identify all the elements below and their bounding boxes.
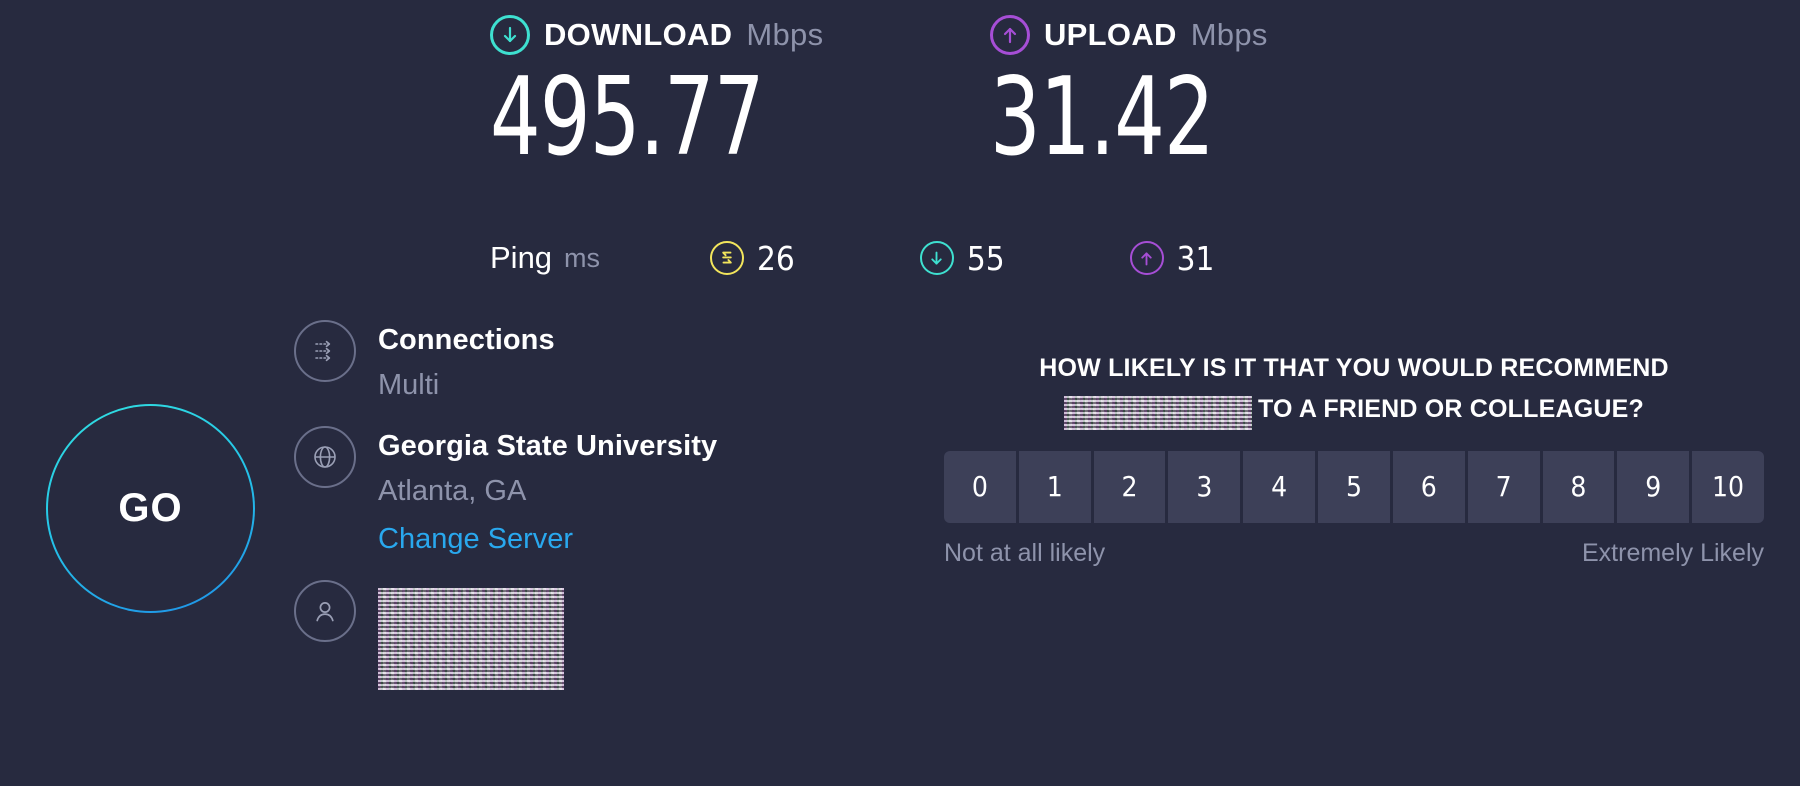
rating-option-4[interactable]: 4	[1243, 450, 1316, 523]
nps-survey: HOW LIKELY IS IT THAT YOU WOULD RECOMMEN…	[944, 348, 1764, 568]
isp-row[interactable]	[294, 580, 854, 691]
scale-low-label: Not at all likely	[944, 538, 1106, 567]
isp-name-redacted	[378, 588, 564, 691]
download-metric-header: DOWNLOAD Mbps	[490, 12, 824, 58]
survey-question-line1: HOW LIKELY IS IT THAT YOU WOULD RECOMMEN…	[1039, 354, 1669, 382]
connections-value: Multi	[378, 369, 440, 402]
scale-high-label: Extremely Likely	[1582, 538, 1764, 567]
rating-option-7[interactable]: 7	[1467, 450, 1540, 523]
connections-title: Connections	[378, 324, 555, 356]
upload-metric: UPLOAD Mbps 31.42	[990, 12, 1268, 172]
nps-rating-scale[interactable]: 0 1 2 3 4 5 6 7 8 9 10	[944, 450, 1764, 523]
ping-label: Ping	[490, 240, 553, 275]
connections-row[interactable]: Connections Multi	[294, 320, 854, 404]
go-button-label: GO	[118, 486, 183, 530]
upload-metric-header: UPLOAD Mbps	[990, 12, 1268, 58]
download-unit: Mbps	[746, 17, 824, 52]
server-location: Atlanta, GA	[378, 475, 527, 508]
rating-option-8[interactable]: 8	[1542, 450, 1615, 523]
server-row[interactable]: Georgia State University Atlanta, GA Cha…	[294, 426, 854, 558]
rating-option-0[interactable]: 0	[944, 450, 1016, 523]
rating-option-6[interactable]: 6	[1392, 450, 1465, 523]
rating-option-2[interactable]: 2	[1093, 450, 1166, 523]
server-name: Georgia State University	[378, 430, 718, 463]
rating-option-3[interactable]: 3	[1168, 450, 1241, 523]
ping-idle-value: 26	[757, 238, 795, 278]
connections-body: Connections Multi	[378, 320, 555, 404]
survey-question: HOW LIKELY IS IT THAT YOU WOULD RECOMMEN…	[944, 348, 1764, 431]
download-metric: DOWNLOAD Mbps 495.77	[490, 12, 824, 172]
server-body: Georgia State University Atlanta, GA Cha…	[378, 426, 717, 558]
ping-download-stat: 55	[919, 238, 1005, 278]
upload-arrow-circle-icon	[1129, 241, 1164, 275]
rating-option-1[interactable]: 1	[1018, 450, 1091, 523]
go-button[interactable]: GO	[46, 404, 255, 613]
download-arrow-circle-icon	[919, 241, 954, 275]
globe-icon	[294, 426, 356, 489]
nps-scale-labels: Not at all likely Extremely Likely	[944, 539, 1764, 568]
isp-body	[378, 580, 564, 691]
download-arrow-circle-icon	[490, 15, 530, 55]
rating-option-5[interactable]: 5	[1318, 450, 1390, 523]
upload-label: UPLOAD	[1044, 17, 1177, 52]
connections-multi-arrows-icon	[294, 320, 356, 382]
upload-value: 31.42	[990, 55, 1215, 180]
rating-option-9[interactable]: 9	[1617, 450, 1690, 523]
download-label: DOWNLOAD	[544, 17, 733, 52]
ping-upload-value: 31	[1176, 238, 1215, 278]
ping-upload-stat: 31	[1129, 238, 1215, 278]
change-server-link[interactable]: Change Server	[378, 520, 573, 558]
connection-info-list: Connections Multi Georgia State Universi…	[294, 320, 854, 712]
ping-idle-stat: 26	[710, 239, 795, 278]
ping-unit: ms	[564, 242, 601, 273]
ping-download-value: 55	[966, 238, 1005, 278]
rating-option-10[interactable]: 10	[1692, 450, 1764, 523]
upload-arrow-circle-icon	[990, 15, 1030, 55]
upload-unit: Mbps	[1190, 17, 1268, 52]
ping-row: Ping ms 26 55 31	[490, 238, 1214, 278]
person-icon	[294, 580, 356, 643]
idle-latency-icon	[710, 241, 745, 275]
brand-name-redacted	[1063, 395, 1252, 430]
survey-question-line2: TO A FRIEND OR COLLEAGUE?	[1257, 395, 1645, 424]
download-value: 495.77	[490, 55, 765, 180]
